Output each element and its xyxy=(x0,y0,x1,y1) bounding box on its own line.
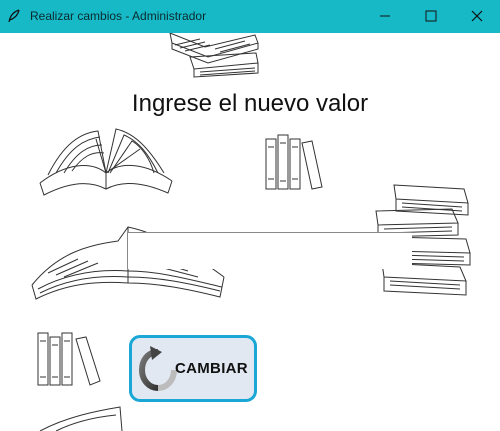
minimize-icon xyxy=(380,15,390,17)
change-button[interactable]: CAMBIAR xyxy=(129,335,257,402)
maximize-icon xyxy=(425,10,437,22)
prompt-label: Ingrese el nuevo valor xyxy=(131,90,369,117)
books-stack-top-illustration xyxy=(169,33,259,78)
title-bar[interactable]: Realizar cambios - Administrador xyxy=(0,0,500,33)
upright-books-bottom-illustration xyxy=(37,332,101,386)
feather-icon xyxy=(8,9,20,23)
refresh-icon xyxy=(138,346,177,391)
window-content: Ingrese el nuevo valor CAMBIAR xyxy=(0,33,500,431)
new-value-input[interactable] xyxy=(127,232,412,269)
maximize-button[interactable] xyxy=(408,0,454,33)
close-icon xyxy=(471,10,483,22)
upright-books-illustration xyxy=(265,134,323,190)
close-button[interactable] xyxy=(454,0,500,33)
minimize-button[interactable] xyxy=(362,0,408,33)
window-title: Realizar cambios - Administrador xyxy=(30,9,207,23)
open-book-illustration xyxy=(39,128,173,196)
change-button-label: CAMBIAR xyxy=(175,360,248,377)
book-corner-illustration xyxy=(39,406,123,431)
